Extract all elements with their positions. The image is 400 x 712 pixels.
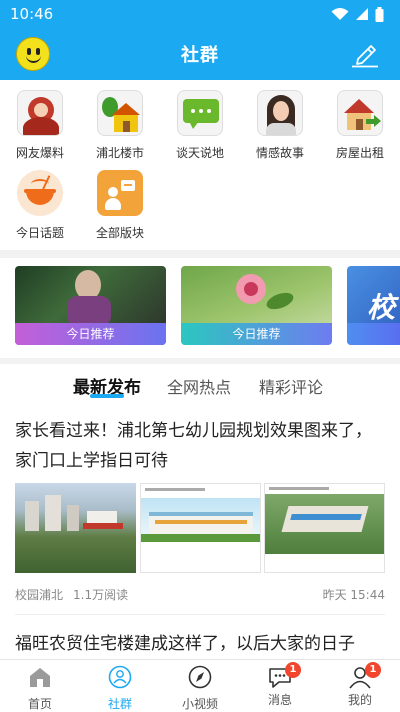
active-tab-indicator (90, 394, 124, 398)
article-reads: 1.1万阅读 (73, 588, 129, 602)
status-time: 10:46 (10, 5, 54, 23)
person-board-icon (97, 170, 143, 216)
unread-badge: 1 (365, 662, 381, 678)
page-title: 社群 (181, 45, 219, 66)
section-divider (0, 250, 400, 258)
woman-portrait-icon (257, 90, 303, 136)
category-item-tantianshuodi[interactable]: 谈天说地 (170, 90, 230, 161)
status-bar: 10:46 (0, 0, 400, 28)
unread-badge: 1 (285, 662, 301, 678)
banner-card[interactable]: 今日推荐 (15, 266, 166, 345)
compass-icon (188, 665, 212, 689)
category-item-jinrihuati[interactable]: 今日话题 (10, 170, 70, 241)
bottom-nav: 首页 社群 小视频 1 消息 1 我的 (0, 659, 400, 711)
article-title[interactable]: 福旺农贸住宅楼建成这样了，以后大家的日子 (15, 629, 385, 659)
category-item-pubeiloushi[interactable]: 浦北楼市 (90, 90, 150, 161)
banner-text: 校 (367, 291, 396, 324)
category-label: 今日话题 (15, 226, 64, 240)
nav-label: 我的 (347, 693, 372, 707)
category-label: 谈天说地 (175, 146, 224, 160)
article-time: 昨天 15:44 (322, 588, 385, 602)
tab-comments[interactable]: 精彩评论 (259, 374, 323, 398)
person-red-icon (17, 90, 63, 136)
category-label: 情感故事 (255, 146, 304, 160)
nav-item-community[interactable]: 社群 (80, 660, 160, 712)
article-source: 校园浦北 (15, 588, 64, 602)
signal-icon (356, 8, 368, 20)
wifi-icon (331, 8, 349, 20)
nav-item-home[interactable]: 首页 (0, 660, 80, 712)
banner-caption (347, 323, 400, 345)
nav-label: 社群 (107, 697, 132, 711)
tab-hot[interactable]: 全网热点 (167, 374, 231, 398)
category-item-wangyoubaoliao[interactable]: 网友爆料 (10, 90, 70, 161)
nav-label: 消息 (267, 693, 292, 707)
article-thumbnail[interactable] (264, 483, 385, 573)
category-item-quanbubankuai[interactable]: 全部版块 (90, 170, 150, 241)
feed-tabs: 最新发布 全网热点 精彩评论 (0, 370, 400, 402)
article-thumbnail[interactable] (140, 483, 261, 573)
article-thumbnail[interactable] (15, 483, 136, 573)
noodle-bowl-icon (17, 170, 63, 216)
app-bar: 社群 (0, 28, 400, 80)
home-icon (30, 668, 50, 687)
nav-item-short-video[interactable]: 小视频 (160, 660, 240, 712)
battery-icon (375, 6, 384, 22)
nav-item-messages[interactable]: 1 消息 (240, 660, 320, 712)
chat-bubble-icon (177, 90, 223, 136)
smiley-avatar-icon[interactable] (16, 37, 50, 71)
article-title[interactable]: 家长看过来！浦北第七幼儿园规划效果图来了，家门口上学指日可待 (15, 416, 385, 476)
nav-label: 首页 (27, 697, 52, 711)
category-item-fangwuchuzu[interactable]: 房屋出租 (330, 90, 390, 161)
house-arrow-icon (337, 90, 383, 136)
category-label: 房屋出租 (335, 146, 384, 160)
category-label: 全部版块 (95, 226, 144, 240)
banner-caption: 今日推荐 (15, 323, 166, 345)
house-tree-icon (97, 90, 143, 136)
category-label: 浦北楼市 (95, 146, 144, 160)
section-divider (0, 358, 400, 364)
nav-label: 小视频 (181, 697, 218, 711)
community-icon (108, 665, 132, 689)
banner-card[interactable]: 今日推荐 (181, 266, 332, 345)
banner-card[interactable]: 校 (347, 266, 400, 345)
nav-item-profile[interactable]: 1 我的 (320, 660, 400, 712)
category-item-qinggangushi[interactable]: 情感故事 (250, 90, 310, 161)
article-separator (15, 614, 385, 615)
edit-pencil-icon[interactable] (350, 40, 380, 68)
category-label: 网友爆料 (15, 146, 64, 160)
status-icons (331, 6, 384, 22)
banner-caption: 今日推荐 (181, 323, 332, 345)
